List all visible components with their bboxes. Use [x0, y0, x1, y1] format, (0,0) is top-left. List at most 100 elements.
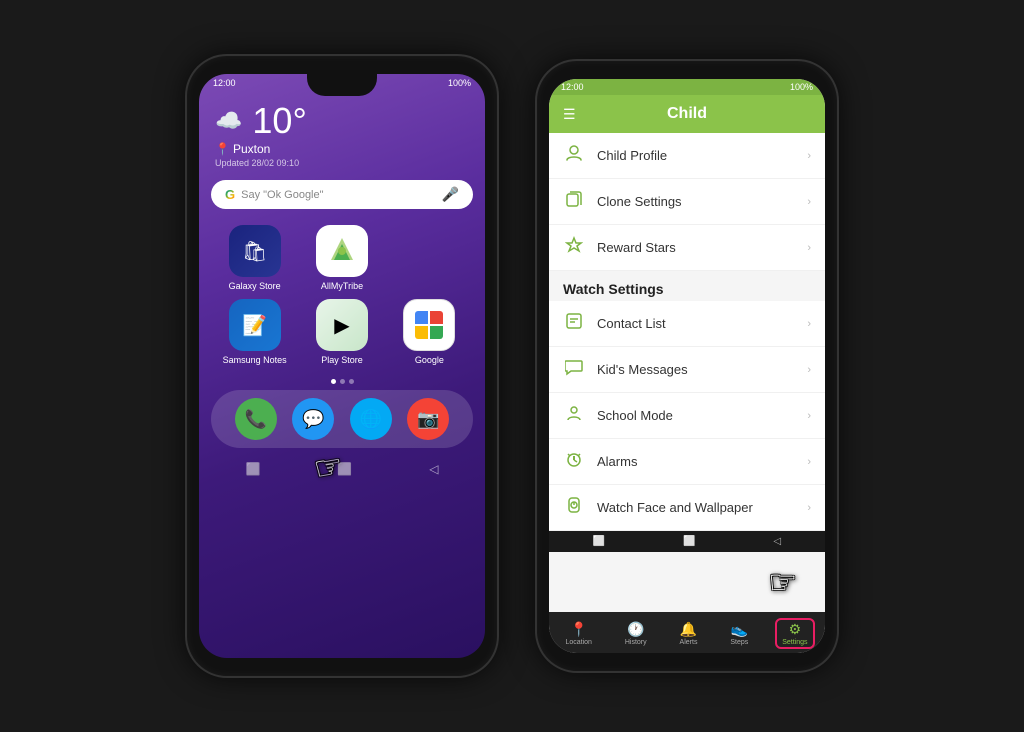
nav2-home-icon[interactable]: ⬜ — [683, 536, 695, 547]
watch-settings-section-header: Watch Settings — [549, 271, 825, 301]
nav-recent-icon[interactable]: ⬜ — [245, 462, 260, 476]
phone1-time: 12:00 — [213, 78, 236, 88]
weather-location: 📍 Puxton — [215, 142, 469, 156]
phone1-notch — [307, 74, 377, 96]
google-g-icon: G — [225, 187, 235, 202]
history-nav-icon: 🕐 — [627, 621, 644, 638]
alerts-nav-icon: 🔔 — [680, 621, 697, 638]
phone2-screen: 12:00 100% ☰ Child Child Profile › — [549, 79, 825, 653]
menu-item-kids-messages[interactable]: Kid's Messages › — [549, 347, 825, 393]
google-icon — [403, 299, 455, 351]
weather-widget: ☁️ 10° 📍 Puxton Updated 28/02 09:10 — [199, 92, 485, 172]
apps-grid: 🛍 Galaxy Store AllMyTribe — [199, 217, 485, 373]
alerts-nav-label: Alerts — [680, 639, 698, 646]
app-galaxy-store[interactable]: 🛍 Galaxy Store — [215, 225, 294, 291]
dot-1 — [331, 379, 336, 384]
menu-item-contact-list[interactable]: Contact List › — [549, 301, 825, 347]
menu-item-alarms[interactable]: Alarms › — [549, 439, 825, 485]
school-mode-arrow: › — [807, 410, 811, 422]
dot-2 — [340, 379, 345, 384]
app-header: ☰ Child — [549, 95, 825, 133]
app-empty — [390, 225, 469, 291]
app-samsung-notes[interactable]: 📝 Samsung Notes — [215, 299, 294, 365]
dock-browser[interactable]: 🌐 — [350, 398, 392, 440]
kids-messages-label: Kid's Messages — [597, 362, 795, 377]
school-mode-icon — [563, 404, 585, 427]
menu-item-clone-settings[interactable]: Clone Settings › — [549, 179, 825, 225]
clone-settings-arrow: › — [807, 196, 811, 208]
nav2-back-icon[interactable]: ◁ — [773, 536, 781, 547]
settings-nav-icon: ⚙ — [789, 621, 802, 638]
phone2-time: 12:00 — [561, 82, 584, 92]
alarms-arrow: › — [807, 456, 811, 468]
child-profile-arrow: › — [807, 150, 811, 162]
alarms-label: Alarms — [597, 454, 795, 469]
phone2-navigation: ⬜ ⬜ ◁ — [549, 531, 825, 552]
settings-nav-label: Settings — [782, 639, 807, 646]
phone2-battery: 100% — [790, 82, 813, 92]
menu-item-reward-stars[interactable]: Reward Stars › — [549, 225, 825, 271]
location-nav-label: Location — [565, 639, 591, 646]
contact-list-label: Contact List — [597, 316, 795, 331]
play-store-icon: ▶ — [316, 299, 368, 351]
location-nav-icon: 📍 — [570, 621, 587, 638]
bottom-navigation: 📍 Location 🕐 History 🔔 Alerts 👟 Steps ⚙ … — [549, 612, 825, 653]
nav-item-settings[interactable]: ⚙ Settings — [775, 618, 814, 649]
app-play-store-label: Play Store — [321, 355, 363, 365]
app-google[interactable]: Google — [390, 299, 469, 365]
alarms-icon — [563, 450, 585, 473]
child-profile-icon — [563, 144, 585, 167]
reward-stars-arrow: › — [807, 242, 811, 254]
location-pin-icon: 📍 — [215, 142, 230, 156]
app-allmytribe-label: AllMyTribe — [321, 281, 363, 291]
watch-face-label: Watch Face and Wallpaper — [597, 500, 795, 515]
phone2-status-bar: 12:00 100% — [549, 79, 825, 95]
mic-icon: 🎤 — [442, 186, 459, 203]
dock-camera[interactable]: 📷 — [407, 398, 449, 440]
cursor-hand-phone2: ☞ — [768, 563, 797, 601]
reward-stars-icon — [563, 236, 585, 259]
phone2-shell: 12:00 100% ☰ Child Child Profile › — [537, 61, 837, 671]
app-galaxy-store-label: Galaxy Store — [229, 281, 281, 291]
app-google-label: Google — [415, 355, 444, 365]
allmytribe-icon — [316, 225, 368, 277]
cursor-hand-phone1: ☞ — [310, 443, 346, 490]
child-profile-label: Child Profile — [597, 148, 795, 163]
hamburger-menu-icon[interactable]: ☰ — [563, 106, 576, 123]
nav-item-steps[interactable]: 👟 Steps — [724, 619, 754, 648]
menu-list: Child Profile › Clone Settings › — [549, 133, 825, 531]
menu-item-watch-face[interactable]: Watch Face and Wallpaper › — [549, 485, 825, 531]
school-mode-label: School Mode — [597, 408, 795, 423]
app-samsung-notes-label: Samsung Notes — [223, 355, 287, 365]
nav2-recent-icon[interactable]: ⬜ — [593, 536, 605, 547]
contact-list-arrow: › — [807, 318, 811, 330]
weather-temperature: 10° — [252, 100, 306, 142]
app-play-store[interactable]: ▶ Play Store — [302, 299, 381, 365]
phone1-shell: 12:00 100% ☁️ 10° 📍 Puxton Updated 28/02… — [187, 56, 497, 676]
galaxy-store-icon: 🛍 — [229, 225, 281, 277]
history-nav-label: History — [625, 639, 647, 646]
nav-item-location[interactable]: 📍 Location — [559, 619, 597, 648]
weather-updated: Updated 28/02 09:10 — [215, 158, 469, 168]
app-allmytribe[interactable]: AllMyTribe — [302, 225, 381, 291]
clone-settings-icon — [563, 190, 585, 213]
kids-messages-icon — [563, 358, 585, 381]
search-bar[interactable]: G Say "Ok Google" 🎤 — [211, 180, 473, 209]
dock-phone[interactable]: 📞 — [235, 398, 277, 440]
nav-back-icon[interactable]: ◁ — [429, 462, 438, 476]
page-indicator — [199, 379, 485, 384]
reward-stars-label: Reward Stars — [597, 240, 795, 255]
bottom-dock: 📞 💬 🌐 📷 — [211, 390, 473, 448]
menu-item-school-mode[interactable]: School Mode › — [549, 393, 825, 439]
nav-item-history[interactable]: 🕐 History — [619, 619, 653, 648]
weather-cloud-icon: ☁️ — [215, 108, 242, 134]
steps-nav-label: Steps — [730, 639, 748, 646]
menu-item-child-profile[interactable]: Child Profile › — [549, 133, 825, 179]
clone-settings-label: Clone Settings — [597, 194, 795, 209]
search-placeholder: Say "Ok Google" — [241, 189, 323, 201]
phone1-screen: 12:00 100% ☁️ 10° 📍 Puxton Updated 28/02… — [199, 74, 485, 658]
dock-messages[interactable]: 💬 — [292, 398, 334, 440]
contact-list-icon — [563, 312, 585, 335]
nav-item-alerts[interactable]: 🔔 Alerts — [674, 619, 704, 648]
dot-3 — [349, 379, 354, 384]
